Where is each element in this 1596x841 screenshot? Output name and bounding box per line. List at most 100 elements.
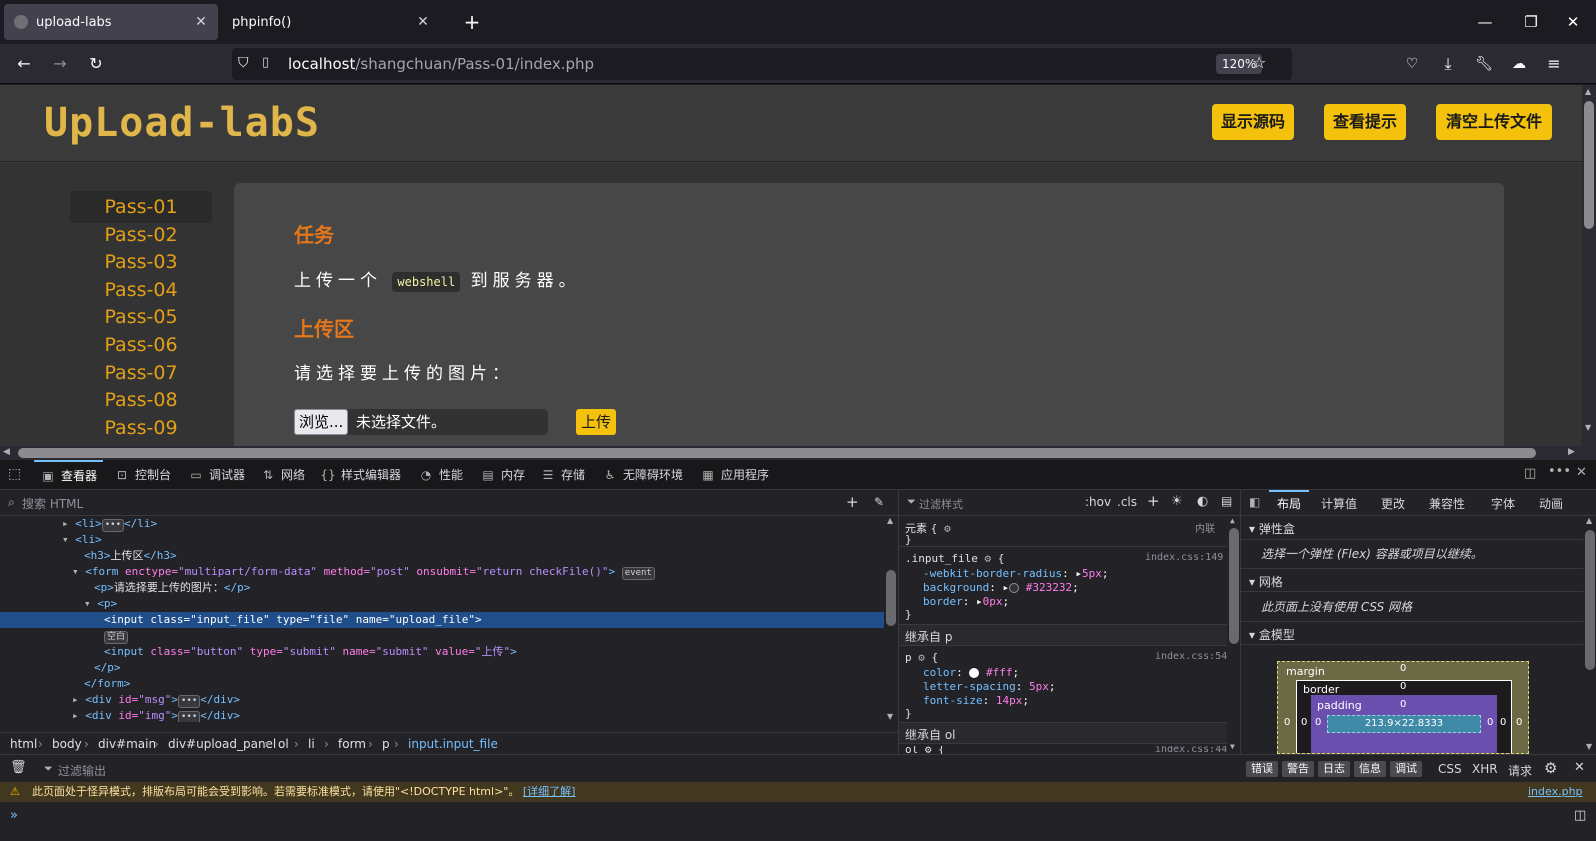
close-console-icon[interactable]: ✕ (1574, 760, 1585, 775)
url-bar[interactable]: ⛉ ▯ localhost/shangchuan/Pass-01/index.p… (232, 48, 1292, 80)
search-input[interactable]: 搜索 HTML (22, 495, 83, 512)
box-model-margin[interactable]: margin 0 0 0 border 0 0 0 padding 0 0 0 … (1277, 661, 1529, 754)
close-devtools-icon[interactable]: ✕ (1576, 465, 1587, 480)
rule-selector[interactable]: .input_file ⚙ { (905, 552, 1004, 565)
element-picker-icon[interactable]: ⬚ (8, 466, 21, 482)
learn-more-link[interactable]: [详细了解] (523, 785, 576, 798)
markup-line[interactable]: ▸ <li> ••• </li> (0, 516, 884, 532)
flex-section-header[interactable]: ▾ 弹性盒 (1241, 516, 1583, 540)
breadcrumb-item[interactable]: body (52, 733, 82, 755)
markup-line[interactable]: </p> (0, 660, 884, 676)
extension-icon[interactable]: ☁ (1505, 50, 1533, 78)
layout-scrollbar[interactable]: ▲ ▼ (1583, 516, 1596, 754)
tab-network[interactable]: ⇅ 网络 (260, 460, 305, 490)
filter-warnings[interactable]: 警告 (1282, 761, 1314, 777)
pocket-icon[interactable]: ♡ (1398, 50, 1426, 78)
trash-icon[interactable]: 🗑︎ (10, 760, 27, 775)
rule-source[interactable]: index.css:149 (1145, 552, 1223, 563)
markup-line[interactable]: <h3>上传区</h3> (0, 548, 884, 564)
breadcrumb-item[interactable]: div#upload_panel (168, 733, 276, 755)
rule-selector[interactable]: ol ⚙ { (905, 746, 945, 754)
toggle-sidebar-icon[interactable]: ◧ (1249, 495, 1260, 509)
rule-prop[interactable]: font-size: 14px; (923, 694, 1029, 707)
print-media-icon[interactable]: ▤ (1221, 494, 1232, 508)
tab-performance[interactable]: ◔ 性能 (418, 460, 463, 490)
tab-debugger[interactable]: ▭ 调试器 (188, 460, 245, 490)
breadcrumb-item[interactable]: ol (278, 733, 289, 755)
wrench-icon[interactable]: 🔧︎ (1470, 50, 1498, 78)
new-tab-icon[interactable]: + (458, 8, 486, 36)
clear-uploads-button[interactable]: 清空上传文件 (1436, 104, 1552, 140)
markup-line[interactable]: ▸ <div id="msg"> ••• </div> (0, 692, 884, 708)
filter-logs[interactable]: 日志 (1318, 761, 1350, 777)
markup-line[interactable]: ▸ <div id="img"> ••• </div> (0, 708, 884, 722)
menu-icon[interactable]: ≡ (1540, 50, 1568, 78)
markup-line[interactable]: ▾ <li> (0, 532, 884, 548)
markup-line-selected[interactable]: <input class="input_file" type="file" na… (0, 612, 884, 628)
markup-scrollbar[interactable]: ▲ ▼ (884, 516, 898, 722)
markup-line[interactable]: ▾ <form enctype="multipart/form-data" me… (0, 564, 884, 580)
show-source-button[interactable]: 显示源码 (1212, 104, 1294, 140)
close-icon[interactable]: ✕ (414, 13, 432, 31)
tab-application[interactable]: ▦ 应用程序 (700, 460, 769, 490)
rules-scrollbar[interactable]: ▲ ▼ (1227, 516, 1241, 754)
warning-source-link[interactable]: index.php (1528, 782, 1583, 802)
rule-prop[interactable]: background: ▸ #323232; (923, 581, 1079, 594)
scroll-thumb[interactable] (18, 448, 1536, 458)
dark-theme-icon[interactable]: ◐ (1197, 494, 1208, 509)
gear-icon[interactable]: ⚙ (1544, 759, 1557, 777)
tab-changes[interactable]: 更改 (1381, 495, 1405, 512)
tab-accessibility[interactable]: ♿︎ 无障碍环境 (602, 460, 683, 490)
box-model-section-header[interactable]: ▾ 盒模型 (1241, 621, 1583, 645)
rule-source[interactable]: index.css:44 (1155, 746, 1227, 754)
tab-animations[interactable]: 动画 (1539, 495, 1563, 512)
breadcrumb-item[interactable]: p (382, 733, 390, 755)
close-window-icon[interactable]: ✕ (1550, 0, 1596, 44)
rule-prop[interactable]: color: #fff; (923, 666, 1019, 679)
download-icon[interactable]: ⤓ (1434, 50, 1462, 78)
tab-inspector[interactable]: ▣ 查看器 (34, 460, 104, 490)
rule-prop[interactable]: -webkit-border-radius: ▸5px; (923, 567, 1108, 580)
more-options-icon[interactable]: ••• (1548, 464, 1571, 479)
tab-storage[interactable]: ☰ 存储 (540, 460, 585, 490)
pass-item[interactable]: Pass-09 (70, 412, 212, 444)
breadcrumb-item[interactable]: form (338, 733, 366, 755)
filter-requests[interactable]: 请求 (1508, 762, 1532, 779)
tab-fonts[interactable]: 字体 (1491, 495, 1515, 512)
tab-console[interactable]: ⊡ 控制台 (114, 460, 171, 490)
restore-icon[interactable]: ❐ (1508, 0, 1554, 44)
back-icon[interactable]: ← (10, 50, 38, 78)
markup-line[interactable]: 空白 (0, 628, 884, 644)
page-vertical-scrollbar[interactable]: ▲ ▼ (1582, 85, 1596, 446)
filter-errors[interactable]: 错误 (1246, 761, 1278, 777)
breadcrumb-item[interactable]: input.input_file (408, 733, 498, 755)
add-node-icon[interactable]: + (846, 493, 859, 511)
light-theme-icon[interactable]: ☀ (1171, 494, 1183, 509)
filter-debug[interactable]: 调试 (1390, 761, 1422, 777)
filter-css[interactable]: CSS (1438, 762, 1462, 776)
forward-icon[interactable]: → (46, 50, 74, 78)
rule-source[interactable]: index.css:54 (1155, 651, 1227, 662)
breadcrumb-item[interactable]: li (308, 733, 315, 755)
box-model-border[interactable]: border 0 0 0 padding 0 0 0 213.9×22.8333 (1296, 680, 1512, 753)
breadcrumb-item[interactable]: html (10, 733, 37, 755)
dock-icon[interactable]: ◫ (1524, 466, 1536, 481)
rule-prop[interactable]: letter-spacing: 5px; (923, 680, 1055, 693)
reload-icon[interactable]: ↻ (82, 50, 110, 78)
box-model-content[interactable]: 213.9×22.8333 (1327, 715, 1481, 733)
scroll-thumb[interactable] (1584, 101, 1594, 229)
upload-button[interactable]: 上传 (576, 409, 617, 435)
markup-line[interactable]: <p>请选择要上传的图片：</p> (0, 580, 884, 596)
tab-layout[interactable]: 布局 (1269, 490, 1310, 516)
eyedropper-icon[interactable]: ✎ (874, 495, 884, 509)
minimize-icon[interactable]: — (1462, 0, 1508, 44)
browse-button[interactable]: 浏览... (294, 409, 349, 435)
tab-compatibility[interactable]: 兼容性 (1429, 495, 1465, 512)
markup-line[interactable]: <input class="button" type="submit" name… (0, 644, 884, 660)
page-horizontal-scrollbar[interactable]: ◀ ▶ (0, 446, 1596, 460)
shield-icon[interactable]: ⛉ (238, 55, 249, 71)
markup-line[interactable]: ▾ <p> (0, 596, 884, 612)
grid-section-header[interactable]: ▾ 网格 (1241, 568, 1583, 592)
console-input[interactable]: » ◫ (0, 802, 1596, 841)
tab-style-editor[interactable]: {} 样式编辑器 (320, 460, 401, 490)
